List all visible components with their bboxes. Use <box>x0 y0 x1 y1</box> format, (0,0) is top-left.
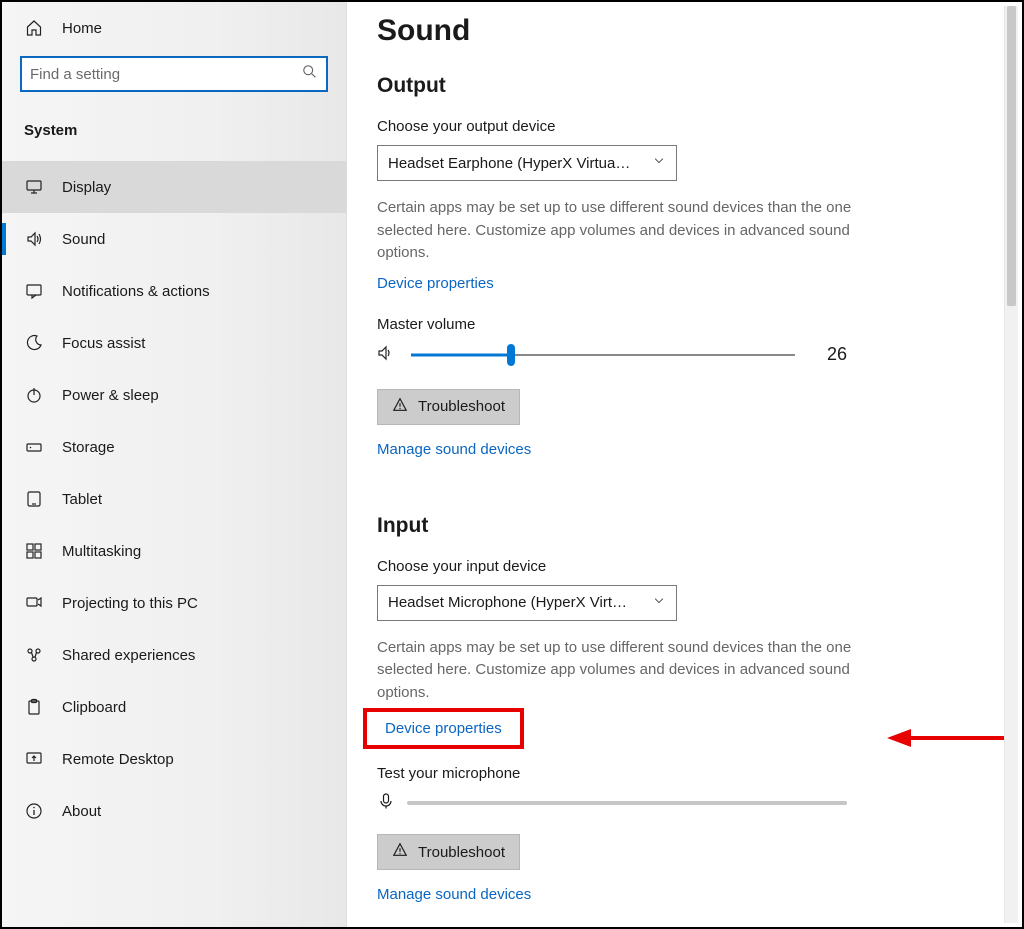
sidebar-item-label: Display <box>62 179 111 196</box>
sidebar-item-focus[interactable]: Focus assist <box>2 317 346 369</box>
sidebar-item-clipboard[interactable]: Clipboard <box>2 681 346 733</box>
sidebar-item-label: Shared experiences <box>62 647 195 664</box>
annotation-arrow <box>887 726 1017 754</box>
input-heading: Input <box>377 514 992 538</box>
scrollbar[interactable] <box>1004 6 1018 923</box>
sidebar-item-multitask[interactable]: Multitasking <box>2 525 346 577</box>
chevron-down-icon <box>652 154 666 172</box>
speaker-icon[interactable] <box>377 344 395 366</box>
sidebar-item-label: Tablet <box>62 491 102 508</box>
home-icon <box>24 18 44 38</box>
master-volume-label: Master volume <box>377 316 992 333</box>
tablet-icon <box>24 489 44 509</box>
main-content: Sound Output Choose your output device H… <box>347 2 1022 927</box>
chevron-down-icon <box>652 594 666 612</box>
input-manage-devices-link[interactable]: Manage sound devices <box>377 886 531 903</box>
home-label: Home <box>62 20 102 37</box>
microphone-level-bar <box>407 801 847 805</box>
sidebar-item-project[interactable]: Projecting to this PC <box>2 577 346 629</box>
moon-icon <box>24 333 44 353</box>
sidebar-item-power[interactable]: Power & sleep <box>2 369 346 421</box>
sidebar-item-label: Focus assist <box>62 335 145 352</box>
sidebar-item-label: About <box>62 803 101 820</box>
output-heading: Output <box>377 74 992 98</box>
annotation-highlight-box <box>363 708 524 749</box>
sidebar-item-notifications[interactable]: Notifications & actions <box>2 265 346 317</box>
output-device-dropdown[interactable]: Headset Earphone (HyperX Virtua… <box>377 145 677 181</box>
sidebar-item-label: Multitasking <box>62 543 141 560</box>
sidebar-item-label: Power & sleep <box>62 387 159 404</box>
clipboard-icon <box>24 697 44 717</box>
monitor-icon <box>24 177 44 197</box>
settings-sidebar: Home System Display Sound Notifications & … <box>2 2 347 927</box>
speaker-icon <box>24 229 44 249</box>
multitask-icon <box>24 541 44 561</box>
sidebar-item-label: Sound <box>62 231 105 248</box>
output-troubleshoot-button[interactable]: Troubleshoot <box>377 389 520 425</box>
search-icon <box>302 64 318 84</box>
input-choose-label: Choose your input device <box>377 558 992 575</box>
info-icon <box>24 801 44 821</box>
project-icon <box>24 593 44 613</box>
sidebar-item-sound[interactable]: Sound <box>2 213 346 265</box>
shared-icon <box>24 645 44 665</box>
input-device-dropdown[interactable]: Headset Microphone (HyperX Virt… <box>377 585 677 621</box>
sidebar-item-label: Clipboard <box>62 699 126 716</box>
output-device-properties-link[interactable]: Device properties <box>377 275 494 292</box>
master-volume-value: 26 <box>811 344 847 365</box>
microphone-icon <box>377 792 395 814</box>
input-troubleshoot-button[interactable]: Troubleshoot <box>377 834 520 870</box>
input-helper-text: Certain apps may be set up to use differ… <box>377 637 857 705</box>
sidebar-item-label: Storage <box>62 439 115 456</box>
master-volume-slider[interactable] <box>411 343 795 367</box>
scrollbar-thumb[interactable] <box>1007 6 1016 306</box>
search-input[interactable] <box>30 66 302 83</box>
troubleshoot-label: Troubleshoot <box>418 844 505 861</box>
sidebar-item-label: Projecting to this PC <box>62 595 198 612</box>
output-manage-devices-link[interactable]: Manage sound devices <box>377 441 531 458</box>
warning-icon <box>392 842 408 862</box>
output-helper-text: Certain apps may be set up to use differ… <box>377 197 857 265</box>
home-link[interactable]: Home <box>2 8 346 48</box>
sidebar-item-tablet[interactable]: Tablet <box>2 473 346 525</box>
sidebar-item-about[interactable]: About <box>2 785 346 837</box>
search-box[interactable] <box>20 56 328 92</box>
test-mic-label: Test your microphone <box>377 765 992 782</box>
message-icon <box>24 281 44 301</box>
section-label: System <box>2 104 346 161</box>
remote-icon <box>24 749 44 769</box>
output-device-value: Headset Earphone (HyperX Virtua… <box>388 155 630 172</box>
troubleshoot-label: Troubleshoot <box>418 398 505 415</box>
sidebar-item-label: Notifications & actions <box>62 283 210 300</box>
sidebar-item-storage[interactable]: Storage <box>2 421 346 473</box>
warning-icon <box>392 397 408 417</box>
output-choose-label: Choose your output device <box>377 118 992 135</box>
input-device-value: Headset Microphone (HyperX Virt… <box>388 594 627 611</box>
sidebar-item-display[interactable]: Display <box>2 161 346 213</box>
sidebar-item-remote[interactable]: Remote Desktop <box>2 733 346 785</box>
drive-icon <box>24 437 44 457</box>
power-icon <box>24 385 44 405</box>
sidebar-item-shared[interactable]: Shared experiences <box>2 629 346 681</box>
sidebar-item-label: Remote Desktop <box>62 751 174 768</box>
page-title: Sound <box>377 14 992 48</box>
